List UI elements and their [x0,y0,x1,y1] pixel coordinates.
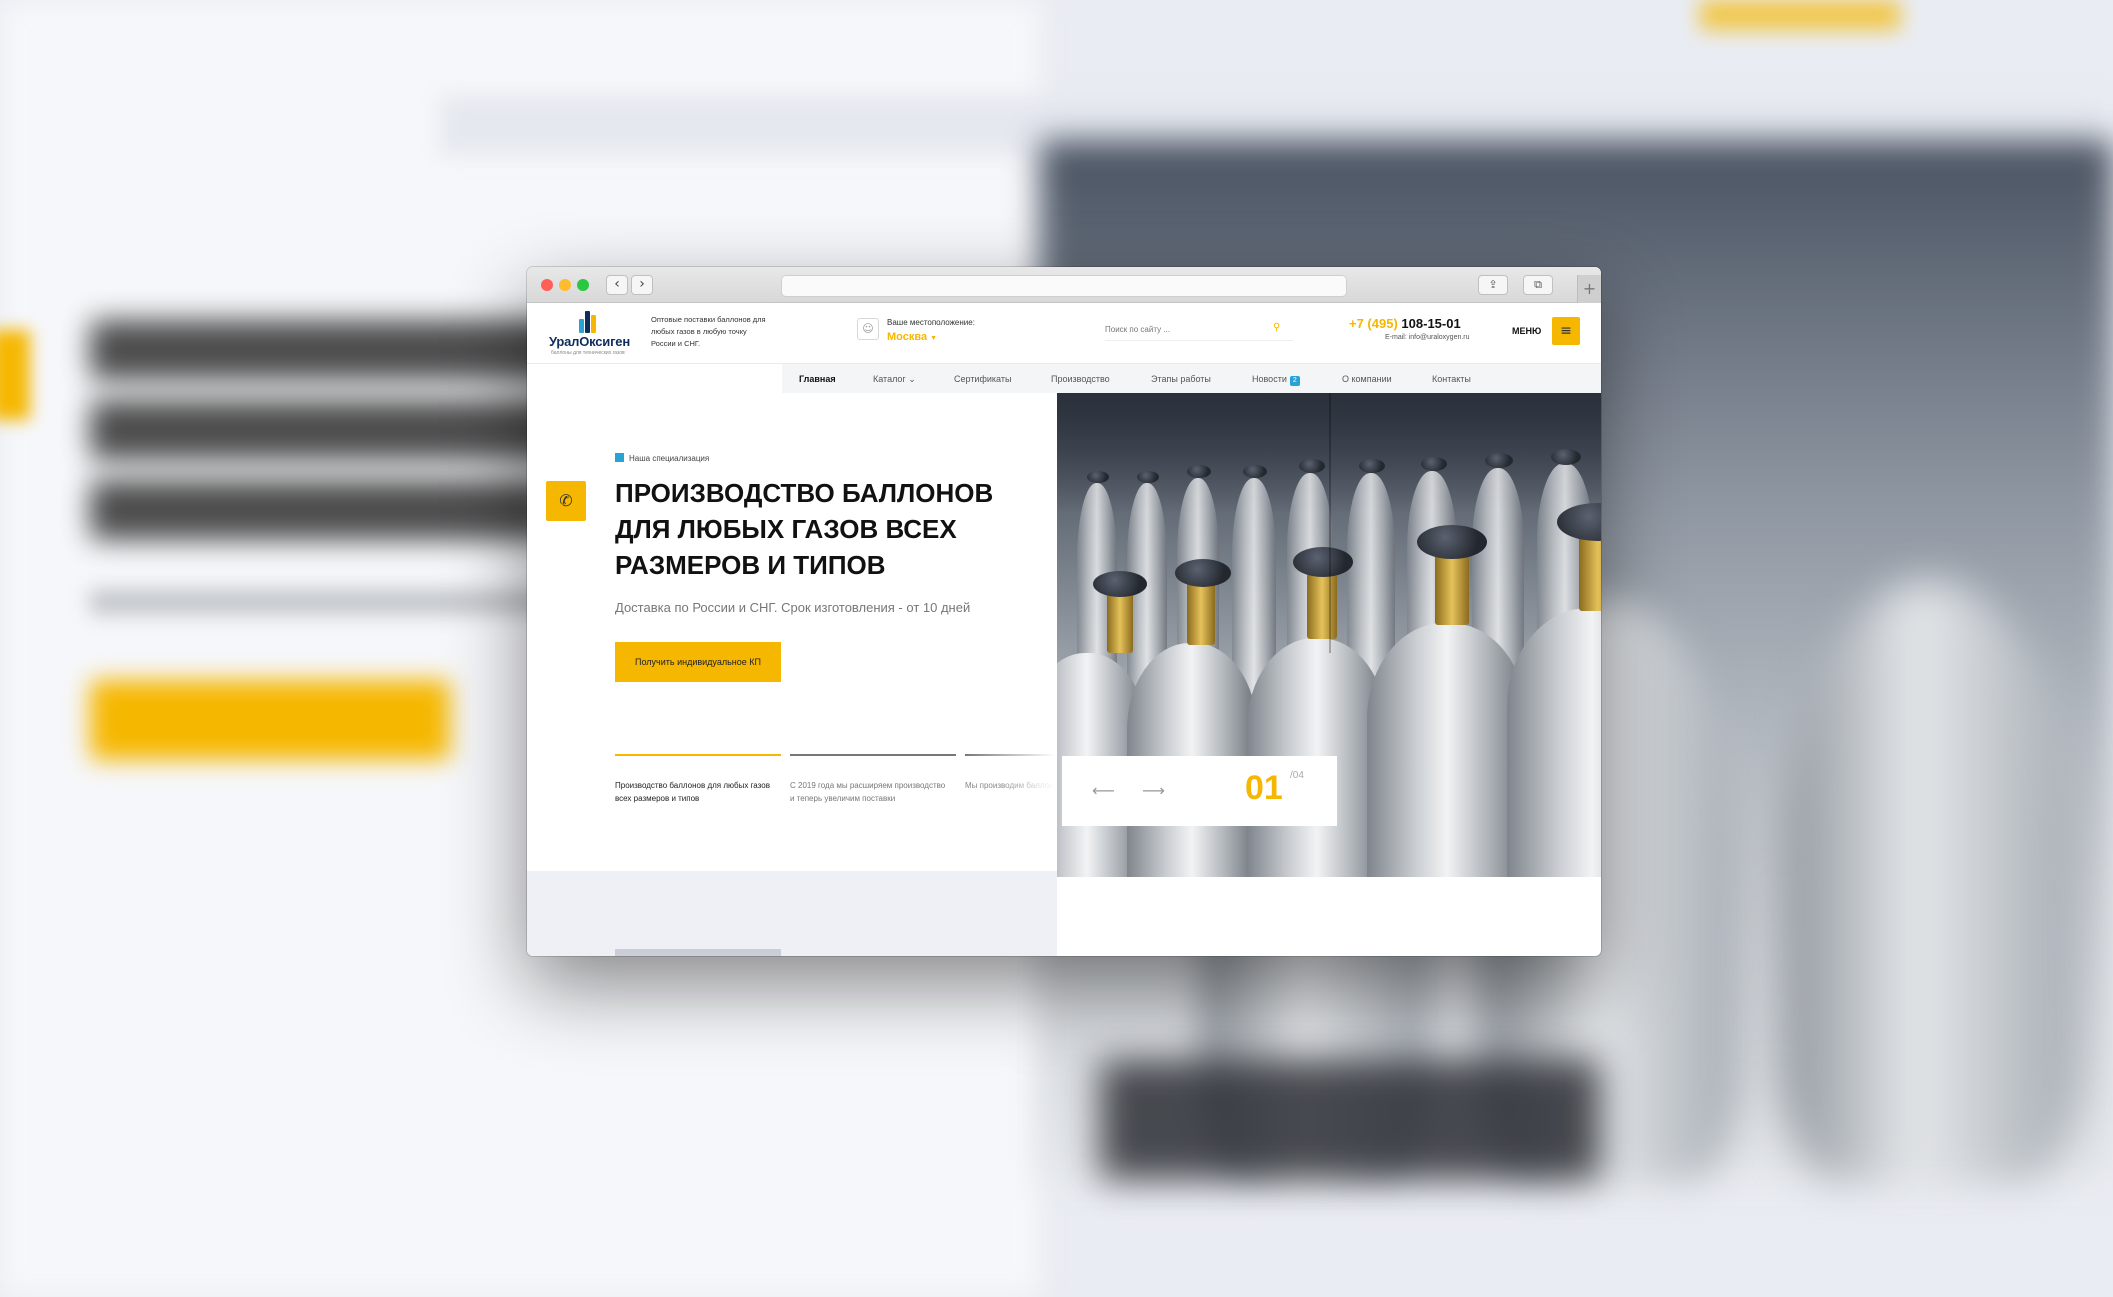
nav-item-production[interactable]: Производство [1051,374,1110,384]
back-button[interactable]: ‹ [606,275,628,295]
nav-item-catalog[interactable]: Каталог ⌄ [873,374,916,385]
forward-button[interactable]: › [631,275,653,295]
phone-digits: 108-15-01 [1401,316,1461,331]
arrow-right-icon[interactable]: ⟶ [1142,781,1165,800]
bg-side-accent [0,330,30,420]
slide-caption-2[interactable]: С 2019 года мы расширяем производство и … [790,779,950,805]
logo-mark-icon [579,311,601,333]
new-tab-button[interactable]: + [1577,275,1601,303]
main-nav: Главная Каталог ⌄ Сертификаты Производст… [527,363,1601,393]
phone-icon[interactable]: ✆ [546,481,586,521]
specialization-label: Наша специализация [629,454,710,463]
get-offer-button[interactable]: Получить индивидуальное КП [615,642,781,682]
browser-window: ‹ › ⇪ ⧉ + УралОксиген баллоны для технич… [527,267,1601,956]
hero-title: ПРОИЗВОДСТВО БАЛЛОНОВ ДЛЯ ЛЮБЫХ ГАЗОВ ВС… [615,478,994,580]
phone-code: +7 (495) [1349,316,1398,331]
hamburger-icon[interactable]: ≡ [1552,317,1580,345]
bg-title-line-1 [90,320,570,380]
bg-subtitle [90,590,560,614]
tag-square-icon [615,453,624,462]
nav-item-home[interactable]: Главная [799,374,836,384]
slide-counter-total: /04 [1290,770,1304,781]
nav-item-about[interactable]: О компании [1342,374,1392,384]
zoom-window-button[interactable] [577,279,589,291]
location-city-select[interactable]: Москва ▼ [887,331,937,343]
person-pin-icon[interactable]: ☺ [857,318,879,340]
address-bar[interactable] [781,275,1347,297]
search-input[interactable] [1105,319,1265,339]
minimize-window-button[interactable] [559,279,571,291]
search-box: ⚲ [1105,319,1293,341]
hero-bottom-band [527,871,1057,956]
logo-name: УралОксиген [549,334,630,349]
nav-item-news-label: Новости [1252,374,1287,384]
chevron-down-icon: ▼ [930,335,938,342]
phone-number[interactable]: +7 (495) 108-15-01 [1349,316,1461,331]
hero-subtitle: Доставка по России и СНГ. Срок изготовле… [615,600,971,615]
bg-cta [90,680,450,760]
location-city: Москва [887,331,928,343]
bg-top-accent [1700,0,1900,30]
tabs-overview-icon[interactable]: ⧉ [1523,275,1553,295]
logo-tagline: баллоны для технических газов [551,350,625,356]
specialization-tag: Наша специализация [615,453,709,463]
slider-controls: ⟵ ⟶ 01 /04 [1062,756,1337,826]
logo[interactable]: УралОксиген баллоны для технических газо… [549,311,630,357]
slide-counter-current: 01 [1245,769,1283,807]
slide-caption-3[interactable]: Мы производим баллоны для любых газов вс… [965,779,1055,792]
arrow-left-icon[interactable]: ⟵ [1092,781,1115,800]
bg-title-line-3 [90,480,550,540]
nav-item-work-stages[interactable]: Этапы работы [1151,374,1211,384]
bg-cylinder [1780,580,2080,1180]
close-window-button[interactable] [541,279,553,291]
browser-toolbar: ‹ › ⇪ ⧉ + [527,267,1601,303]
location-label: Ваше местоположение: [887,318,975,327]
slide-progress-2[interactable] [790,754,956,756]
share-icon[interactable]: ⇪ [1478,275,1508,295]
site-header: УралОксиген баллоны для технических газо… [527,303,1601,363]
slide-progress-1[interactable] [615,754,781,756]
nav-item-certificates[interactable]: Сертификаты [954,374,1011,384]
menu-label[interactable]: МЕНЮ [1512,326,1541,336]
nav-spacer [527,364,782,393]
slide-caption-1[interactable]: Производство баллонов для любых газов вс… [615,779,775,805]
bg-title-line-2 [90,400,570,460]
news-count-badge: 2 [1289,376,1300,386]
search-icon[interactable]: ⚲ [1273,322,1280,333]
header-description: Оптовые поставки баллонов для любых газо… [651,315,766,348]
slide-progress-3[interactable] [965,754,1055,756]
email-link[interactable]: E-mail: info@uraloxygen.ru [1385,334,1470,341]
nav-item-news[interactable]: Новости 2 [1252,374,1300,386]
nav-item-contacts[interactable]: Контакты [1432,374,1471,384]
hero-bottom-strip [615,949,781,956]
bg-dark-block [1100,1060,1600,1180]
